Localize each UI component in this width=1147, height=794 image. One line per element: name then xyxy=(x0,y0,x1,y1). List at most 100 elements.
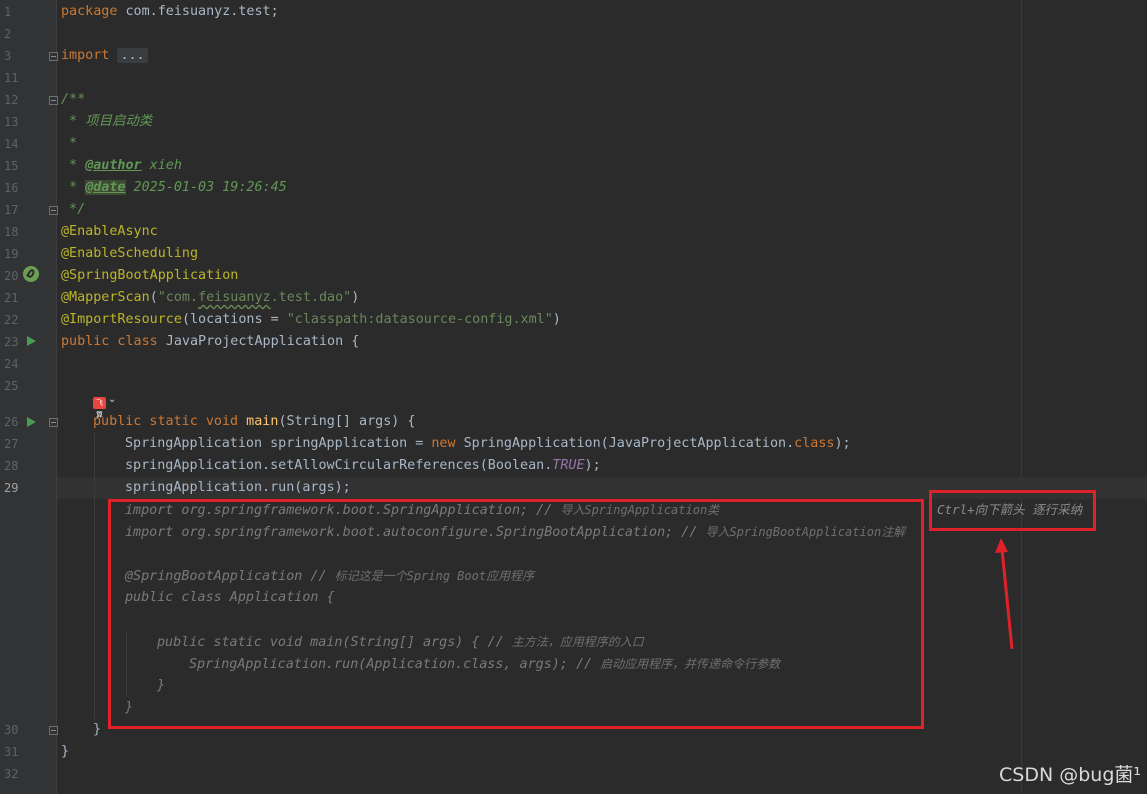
javadoc-open: /** xyxy=(61,92,86,107)
line-number-current: 29 xyxy=(4,481,19,495)
arrow-head xyxy=(995,538,1008,553)
keyword: package xyxy=(61,4,118,19)
code-line-26[interactable]: public static void main(String[] args) { xyxy=(93,411,416,433)
closing-brace: } xyxy=(93,722,102,737)
keyword: void xyxy=(197,414,239,429)
paren: ( xyxy=(149,290,158,305)
line-number: 3 xyxy=(4,49,12,63)
line-number: 22 xyxy=(4,313,19,327)
fold-marker-icon[interactable] xyxy=(49,418,58,427)
string-literal: "com. xyxy=(157,290,199,305)
line-number: 17 xyxy=(4,203,19,217)
code-line-13[interactable]: * 项目启动类 xyxy=(61,111,152,133)
folded-imports[interactable]: ... xyxy=(117,48,148,63)
code-line-14[interactable]: * xyxy=(61,133,77,155)
javadoc-text: * 项目启动类 xyxy=(61,114,153,129)
code-line-27[interactable]: SpringApplication springApplication = ne… xyxy=(125,433,851,455)
run-main-icon[interactable] xyxy=(27,417,36,427)
spring-boot-icon[interactable] xyxy=(23,266,39,282)
right-margin-guide xyxy=(1021,0,1022,794)
annotation-args: (locations = xyxy=(181,312,287,327)
line-number: 27 xyxy=(4,437,19,451)
javadoc-text: * xyxy=(61,136,78,151)
line-number: 2 xyxy=(4,27,12,41)
line-number: 1 xyxy=(4,5,12,19)
code-line-20[interactable]: @SpringBootApplication xyxy=(61,265,238,287)
line-number: 32 xyxy=(4,767,19,781)
line-number: 13 xyxy=(4,115,19,129)
code-text: springApplication.run(args); xyxy=(125,480,351,495)
arrow-shaft xyxy=(1000,548,1014,650)
keyword: import xyxy=(61,48,110,63)
line-number: 28 xyxy=(4,459,19,473)
line-number: 11 xyxy=(4,71,19,85)
chevron-down-icon[interactable]: ⌄ xyxy=(108,394,116,405)
annotation: @ImportResource xyxy=(61,312,182,327)
keyword: public xyxy=(93,414,142,429)
fold-marker-icon[interactable] xyxy=(49,52,58,61)
code-line-12[interactable]: /** xyxy=(61,89,85,111)
accept-line-hint: Ctrl+向下箭头 逐行采纳 xyxy=(937,502,1083,517)
annotation: @MapperScan xyxy=(61,290,150,305)
line-number: 12 xyxy=(4,93,19,107)
javadoc-date-tag: @date xyxy=(85,180,126,195)
keyword: new xyxy=(431,436,456,451)
code-text: springApplication.setAllowCircularRefere… xyxy=(125,458,553,473)
line-number: 15 xyxy=(4,159,19,173)
line-number: 24 xyxy=(4,357,19,371)
code-line-30[interactable]: } xyxy=(93,719,101,741)
line-number: 14 xyxy=(4,137,19,151)
code-text: ); xyxy=(834,436,851,451)
fold-marker-icon[interactable] xyxy=(49,96,58,105)
fold-marker-icon[interactable] xyxy=(49,206,58,215)
method-params: (String[] args) { xyxy=(278,414,416,429)
code-line-19[interactable]: @EnableScheduling xyxy=(61,243,198,265)
string-literal: "classpath:datasource-config.xml" xyxy=(286,312,553,327)
keyword: static xyxy=(141,414,198,429)
run-class-icon[interactable] xyxy=(27,336,36,346)
code-line-28[interactable]: springApplication.setAllowCircularRefere… xyxy=(125,455,601,477)
annotation: @SpringBootApplication xyxy=(61,268,239,283)
javadoc-prefix: * xyxy=(61,180,86,195)
annotation: @EnableAsync xyxy=(61,224,158,239)
suggestion-highlight-box xyxy=(108,499,924,729)
code-text: ); xyxy=(584,458,601,473)
code-line-3[interactable]: import ... xyxy=(61,45,148,67)
annotation: @EnableScheduling xyxy=(61,246,199,261)
code-line-21[interactable]: @MapperScan("com.feisuanyz.test.dao") xyxy=(61,287,359,309)
line-number: 26 xyxy=(4,415,19,429)
javadoc-prefix: * xyxy=(61,158,86,173)
javadoc-author-tag: @author xyxy=(85,158,142,173)
keyword: class xyxy=(794,436,835,451)
code-line-1[interactable]: package com.feisuanyz.test; xyxy=(61,1,279,23)
fold-marker-icon[interactable] xyxy=(49,726,58,735)
line-number: 31 xyxy=(4,745,19,759)
code-line-15[interactable]: * @author xieh xyxy=(61,155,182,177)
code-text: SpringApplication(JavaProjectApplication… xyxy=(455,436,795,451)
code-line-23[interactable]: public class JavaProjectApplication { xyxy=(61,331,359,353)
string-literal: .test.dao" xyxy=(270,290,352,305)
code-line-31[interactable]: } xyxy=(61,741,69,763)
keyword: class xyxy=(109,334,158,349)
method-name: main xyxy=(238,414,279,429)
paren: ) xyxy=(351,290,360,305)
line-number: 18 xyxy=(4,225,19,239)
feishu-ai-badge-icon[interactable]: 飞算 xyxy=(93,397,106,419)
csdn-watermark: CSDN @bug菌¹ xyxy=(999,764,1141,786)
line-number: 30 xyxy=(4,723,19,737)
code-text: SpringApplication springApplication = xyxy=(125,436,432,451)
annotation-arrow xyxy=(995,538,1014,650)
class-name: JavaProjectApplication { xyxy=(157,334,360,349)
paren: ) xyxy=(552,312,561,327)
code-line-16[interactable]: * @date 2025-01-03 19:26:45 xyxy=(61,177,287,199)
static-field: TRUE xyxy=(552,458,585,473)
javadoc-date-value: 2025-01-03 19:26:45 xyxy=(125,180,287,195)
code-line-18[interactable]: @EnableAsync xyxy=(61,221,158,243)
code-line-17[interactable]: */ xyxy=(61,199,85,221)
closing-brace: } xyxy=(61,744,70,759)
string-literal-typo: feisuanyz xyxy=(198,290,271,305)
code-line-29[interactable]: springApplication.run(args); xyxy=(125,477,351,499)
code-line-22[interactable]: @ImportResource(locations = "classpath:d… xyxy=(61,309,561,331)
keyword: public xyxy=(61,334,110,349)
line-number: 23 xyxy=(4,335,19,349)
